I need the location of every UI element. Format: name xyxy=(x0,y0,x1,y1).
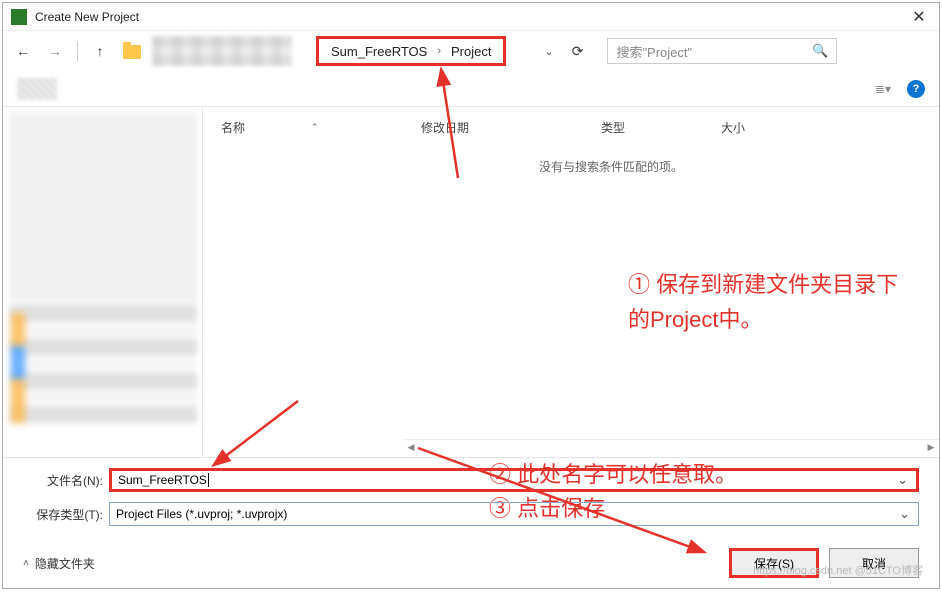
file-list-pane: 名称 ⌃ 修改日期 类型 大小 没有与搜索条件匹配的项。 ① 保存到新建文件夹目… xyxy=(203,107,939,457)
obscured-sidebar-tree[interactable] xyxy=(9,113,197,423)
refresh-button[interactable]: ⟳ xyxy=(572,43,584,60)
horizontal-scrollbar[interactable]: ◀ ▶ xyxy=(403,439,939,455)
column-date[interactable]: 修改日期 xyxy=(413,115,593,140)
watermark: https://blog.csdn.net @51CTO博客 xyxy=(753,562,923,578)
search-input[interactable]: 搜索"Project" 🔍 xyxy=(607,38,837,64)
view-mode-button[interactable]: ≣▾ xyxy=(875,82,891,96)
annotation-1: ① 保存到新建文件夹目录下 的Project中。 xyxy=(628,267,898,337)
search-placeholder: 搜索"Project" xyxy=(616,42,692,61)
breadcrumb-highlight[interactable]: Sum_FreeRTOS › Project xyxy=(316,36,506,66)
nav-toolbar: ← → ↑ Sum_FreeRTOS › Project ⌄ ⟳ 搜索"Proj… xyxy=(3,31,939,71)
dialog-window: Create New Project ✕ ← → ↑ Sum_FreeRTOS … xyxy=(2,2,940,589)
column-headers: 名称 ⌃ 修改日期 类型 大小 xyxy=(203,107,939,148)
help-button[interactable]: ? xyxy=(907,80,925,98)
filename-input[interactable]: Sum_FreeRTOS xyxy=(109,468,919,492)
scroll-left-button[interactable]: ◀ xyxy=(403,440,419,456)
close-button[interactable]: ✕ xyxy=(899,3,939,31)
main-area: 名称 ⌃ 修改日期 类型 大小 没有与搜索条件匹配的项。 ① 保存到新建文件夹目… xyxy=(3,107,939,457)
back-button[interactable]: ← xyxy=(11,39,35,63)
breadcrumb-separator: › xyxy=(437,45,441,57)
app-icon xyxy=(11,9,27,25)
column-name[interactable]: 名称 ⌃ xyxy=(213,115,413,140)
forward-button: → xyxy=(43,39,67,63)
filetype-select[interactable]: Project Files (*.uvproj; *.uvprojx) xyxy=(109,502,919,526)
breadcrumb-part2[interactable]: Project xyxy=(451,44,491,59)
breadcrumb-part1[interactable]: Sum_FreeRTOS xyxy=(331,44,427,59)
filename-label: 文件名(N): xyxy=(23,472,103,489)
filetype-label: 保存类型(T): xyxy=(23,506,103,523)
sort-arrow-icon: ⌃ xyxy=(311,122,319,133)
text-caret xyxy=(208,473,209,487)
nav-sidebar xyxy=(3,107,203,457)
organize-bar: ≣▾ ? xyxy=(3,71,939,107)
chevron-up-icon: ˄ xyxy=(23,558,29,569)
titlebar: Create New Project ✕ xyxy=(3,3,939,31)
column-size[interactable]: 大小 xyxy=(713,115,763,140)
folder-icon xyxy=(120,39,144,63)
empty-message: 没有与搜索条件匹配的项。 xyxy=(283,158,939,175)
up-button[interactable]: ↑ xyxy=(88,39,112,63)
search-icon[interactable]: 🔍 xyxy=(812,43,828,59)
nav-separator xyxy=(77,41,78,61)
hide-folders-toggle[interactable]: ˄ 隐藏文件夹 xyxy=(23,555,95,572)
scroll-right-button[interactable]: ▶ xyxy=(923,440,939,456)
column-type[interactable]: 类型 xyxy=(593,115,713,140)
obscured-organize xyxy=(17,78,57,100)
obscured-path xyxy=(152,36,292,66)
breadcrumb-dropdown[interactable]: ⌄ xyxy=(544,45,553,58)
window-title: Create New Project xyxy=(35,10,899,24)
